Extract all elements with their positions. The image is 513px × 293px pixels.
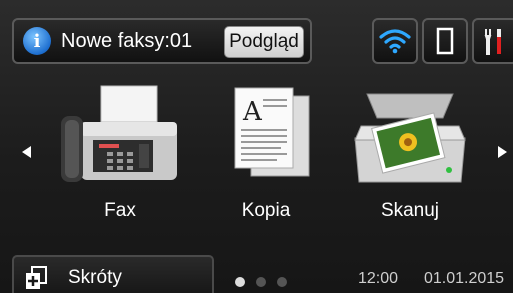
scroll-left-arrow[interactable] [22, 146, 31, 158]
preview-button[interactable]: Podgląd [224, 26, 304, 58]
tile-copy[interactable]: A Kopia [196, 82, 336, 232]
wifi-button[interactable] [372, 18, 418, 64]
tile-copy-label: Kopia [241, 200, 291, 221]
tile-scan[interactable]: Skanuj [340, 82, 480, 232]
shortcuts-label: Skróty [68, 266, 122, 288]
wifi-icon [379, 29, 411, 54]
shortcuts-icon [26, 265, 47, 289]
page-dot[interactable] [235, 277, 245, 287]
fax-notification-bar[interactable]: i Nowe faksy:01 Podgląd [12, 18, 312, 64]
notification-text: Nowe faksy:01 [61, 29, 193, 52]
toner-icon [436, 27, 454, 55]
tile-fax-label: Fax [104, 200, 136, 221]
shortcuts-button[interactable]: Skróty [12, 255, 214, 293]
clock: 12:00 [358, 270, 399, 287]
toner-button[interactable] [422, 18, 468, 64]
fax-machine-icon [61, 85, 177, 182]
page-dot[interactable] [256, 277, 266, 287]
tile-scan-label: Skanuj [380, 200, 440, 221]
settings-tools-icon [484, 29, 501, 55]
scanner-icon [354, 93, 466, 183]
info-icon: i [23, 27, 51, 55]
svg-text:A: A [242, 97, 263, 127]
copy-documents-icon: A [234, 87, 310, 177]
scroll-right-arrow[interactable] [498, 146, 507, 158]
touchscreen: i Nowe faksy:01 Podgląd Fax A Kopia Skan… [0, 0, 513, 293]
date: 01.01.2015 [424, 270, 505, 287]
tile-fax[interactable]: Fax [50, 82, 190, 232]
page-dot[interactable] [277, 277, 287, 287]
page-indicator [235, 277, 287, 287]
settings-button[interactable] [472, 18, 513, 64]
